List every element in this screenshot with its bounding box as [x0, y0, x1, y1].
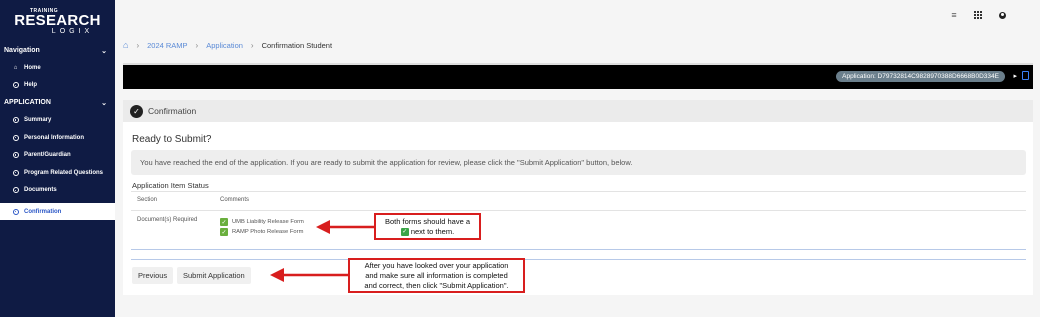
callout-line: and make sure all information is complet…	[365, 270, 508, 280]
callout-line: ✓ next to them.	[400, 226, 455, 236]
callout-line: After you have looked over your applicat…	[364, 260, 509, 270]
forms-callout: Both forms should have a ✓ next to them.	[374, 213, 481, 240]
arrow-to-submit	[270, 268, 348, 282]
check-icon: ✓	[400, 227, 409, 236]
submit-callout: After you have looked over your applicat…	[348, 258, 525, 293]
callout-line: Both forms should have a	[384, 216, 471, 226]
arrow-to-forms	[316, 220, 374, 234]
callout-line: and correct, then click "Submit Applicat…	[364, 280, 509, 290]
